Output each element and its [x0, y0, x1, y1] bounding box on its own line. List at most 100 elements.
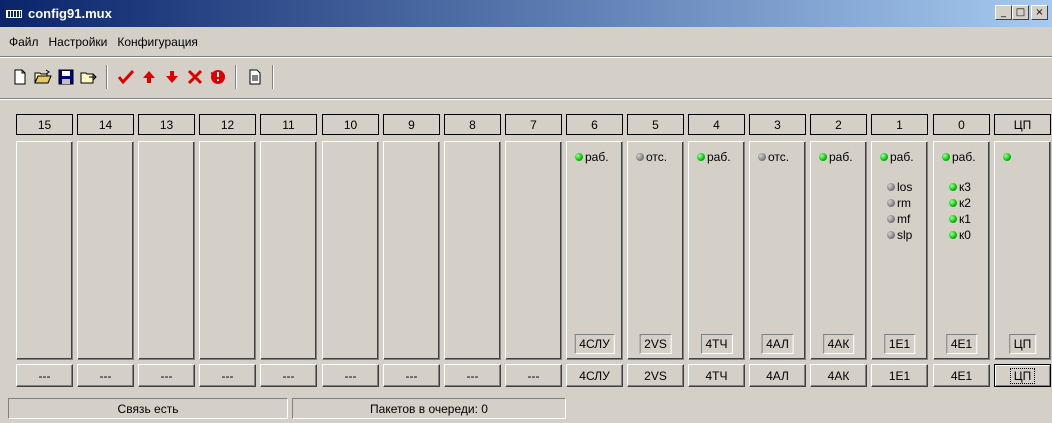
slot-panel[interactable]	[444, 141, 501, 360]
slot-panel[interactable]	[199, 141, 256, 360]
slot-button[interactable]: 4АК	[810, 364, 867, 387]
menu-configuration[interactable]: Конфигурация	[112, 35, 203, 49]
slot-button-label: ---	[38, 368, 51, 383]
slot-button-label: 4Е1	[950, 368, 973, 383]
alarm-list: к3 к2 к1 к0	[949, 180, 971, 242]
slot-button[interactable]: ---	[16, 364, 73, 387]
slot-panel[interactable]	[77, 141, 134, 360]
slot-panel[interactable]	[322, 141, 379, 360]
slot-header: 4	[688, 114, 745, 135]
slot-header: 6	[566, 114, 623, 135]
slot-button-label: 1Е1	[888, 368, 911, 383]
slot-panel[interactable]: ЦП	[994, 141, 1051, 360]
delete-icon[interactable]	[183, 66, 206, 89]
slot-button-label: ---	[221, 368, 234, 383]
slot-panel[interactable]: раб. 4ТЧ	[688, 141, 745, 360]
alarm-item: mf	[887, 212, 910, 226]
slot-button[interactable]: 4Е1	[933, 364, 990, 387]
reset-icon[interactable]	[206, 66, 229, 89]
slot-header: 2	[810, 114, 867, 135]
alarm-item: rm	[887, 196, 911, 210]
alarm-led-icon	[949, 215, 957, 223]
slot-button-label: ---	[160, 368, 173, 383]
slot-panel[interactable]: раб. los rm mf slp 1Е1	[871, 141, 928, 360]
slot-button[interactable]: ---	[260, 364, 317, 387]
menu-bar: Файл Настройки Конфигурация	[0, 30, 203, 54]
slot-button-label: ---	[466, 368, 479, 383]
slot-button[interactable]: 1Е1	[871, 364, 928, 387]
open-folder-icon[interactable]	[31, 66, 54, 89]
alarm-item: к1	[949, 212, 971, 226]
slot-button[interactable]: 4АЛ	[749, 364, 806, 387]
report-icon[interactable]	[243, 66, 266, 89]
maximize-button[interactable]: □	[1012, 5, 1029, 20]
slot-button[interactable]: ЦП	[994, 364, 1051, 387]
slot-button[interactable]: ---	[444, 364, 501, 387]
status-label: раб.	[829, 150, 853, 164]
slot-button[interactable]: ---	[77, 364, 134, 387]
arrow-down-icon[interactable]	[160, 66, 183, 89]
status-label: раб.	[952, 150, 976, 164]
slot-panel[interactable]	[383, 141, 440, 360]
slot-panel[interactable]	[138, 141, 195, 360]
alarm-label: к1	[959, 212, 971, 226]
alarm-label: rm	[897, 196, 911, 210]
slot-button[interactable]: ---	[505, 364, 562, 387]
alarm-label: slp	[897, 228, 913, 242]
new-file-icon[interactable]	[8, 66, 31, 89]
slot-panel[interactable]	[260, 141, 317, 360]
module-type-label: 4ТЧ	[700, 334, 733, 354]
alarm-led-icon	[949, 183, 957, 191]
menu-file[interactable]: Файл	[4, 35, 44, 49]
alarm-item: к3	[949, 180, 971, 194]
slot-button[interactable]: ---	[322, 364, 379, 387]
slot-button[interactable]: ---	[199, 364, 256, 387]
toolbar-separator	[106, 65, 108, 89]
slot-button[interactable]: ---	[138, 364, 195, 387]
slot-panel[interactable]	[505, 141, 562, 360]
toolbar-divider	[0, 98, 1052, 100]
check-icon[interactable]	[114, 66, 137, 89]
slot-panel[interactable]: раб. 4СЛУ	[566, 141, 623, 360]
toolbar-separator	[272, 65, 274, 89]
alarm-list: los rm mf slp	[887, 180, 912, 242]
close-button[interactable]: ×	[1031, 5, 1048, 20]
status-led-icon	[819, 153, 827, 161]
status-label: раб.	[890, 150, 914, 164]
slot-header: 0	[933, 114, 990, 135]
slot-panel[interactable]: отс. 4АЛ	[749, 141, 806, 360]
status-label: отс.	[768, 150, 790, 164]
slot-status: раб.	[697, 150, 731, 164]
module-type-label: 1Е1	[883, 334, 916, 354]
alarm-led-icon	[949, 231, 957, 239]
slot-button[interactable]: ---	[383, 364, 440, 387]
status-led-icon	[880, 153, 888, 161]
slot-button[interactable]: 2VS	[627, 364, 684, 387]
slot-button[interactable]: 4ТЧ	[688, 364, 745, 387]
slot-button[interactable]: 4СЛУ	[566, 364, 623, 387]
minimize-button[interactable]: _	[995, 5, 1012, 20]
alarm-item: slp	[887, 228, 912, 242]
alarm-label: к0	[959, 228, 971, 242]
slot-header: 8	[444, 114, 501, 135]
slot-button-label: 4ТЧ	[705, 368, 728, 383]
status-led-icon	[636, 153, 644, 161]
export-icon[interactable]	[77, 66, 100, 89]
save-icon[interactable]	[54, 66, 77, 89]
alarm-led-icon	[887, 215, 895, 223]
alarm-item: los	[887, 180, 912, 194]
slot-button-label: ЦП	[1009, 367, 1036, 384]
alarm-label: mf	[897, 212, 911, 226]
menu-settings[interactable]: Настройки	[44, 35, 113, 49]
status-label: раб.	[707, 150, 731, 164]
slot-panel[interactable]: раб. к3 к2 к1 к0 4Е1	[933, 141, 990, 360]
slot-panel[interactable]: раб. 4АК	[810, 141, 867, 360]
arrow-up-icon[interactable]	[137, 66, 160, 89]
slot-panel[interactable]: отс. 2VS	[627, 141, 684, 360]
slot-header: ЦП	[994, 114, 1051, 135]
slot-header: 11	[260, 114, 317, 135]
status-led-icon	[575, 153, 583, 161]
alarm-label: los	[897, 180, 913, 194]
app-icon	[6, 9, 22, 18]
slot-panel[interactable]	[16, 141, 73, 360]
